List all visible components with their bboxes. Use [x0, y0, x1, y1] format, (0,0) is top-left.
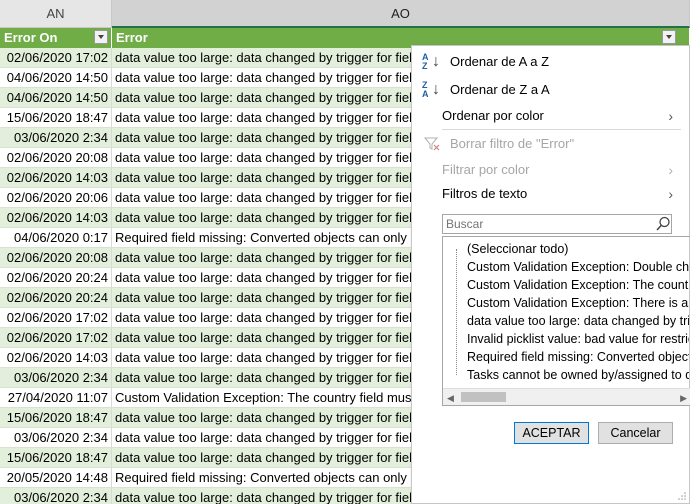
search-icon: [656, 216, 670, 231]
filter-value-label: Custom Validation Exception: The country…: [467, 278, 689, 292]
scrollbar-thumb[interactable]: [461, 392, 506, 402]
ok-button[interactable]: ACEPTAR: [514, 422, 589, 444]
menu-sort-desc-label: Ordenar de Z a A: [450, 82, 550, 97]
menu-filter-color-label: Filtrar por color: [442, 162, 530, 177]
filter-value-item[interactable]: ✔Invalid picklist value: bad value for r…: [467, 330, 689, 348]
filter-value-item[interactable]: ✔Tasks cannot be owned by/assigned to qu…: [467, 366, 689, 384]
cell-error-on[interactable]: 15/06/2020 18:47: [0, 448, 112, 467]
filter-value-item[interactable]: ✔Custom Validation Exception: Double che…: [467, 258, 689, 276]
column-header-an[interactable]: AN: [0, 0, 112, 28]
horizontal-scrollbar[interactable]: ◀ ▶: [443, 388, 690, 405]
clear-filter-icon: [424, 137, 440, 151]
filter-value-item[interactable]: ✔(Seleccionar todo): [467, 240, 689, 258]
header-label-error-on: Error On: [4, 30, 58, 45]
sort-za-icon: Z A ↓: [422, 80, 440, 99]
cell-error-on[interactable]: 02/06/2020 20:06: [0, 188, 112, 207]
resize-grip-icon[interactable]: [678, 492, 686, 500]
sort-az-icon: A Z ↓: [422, 52, 440, 71]
filter-value-label: (Seleccionar todo): [467, 242, 569, 256]
cell-error-on[interactable]: 02/06/2020 17:02: [0, 328, 112, 347]
menu-sort-asc-label: Ordenar de A a Z: [450, 54, 550, 69]
cell-error-on[interactable]: 03/06/2020 2:34: [0, 368, 112, 387]
chevron-right-icon: ›: [668, 162, 673, 178]
filter-dropdown-error-on[interactable]: [94, 30, 108, 44]
filter-value-label: data value too large: data changed by tr…: [467, 314, 689, 328]
cell-error-on[interactable]: 15/06/2020 18:47: [0, 108, 112, 127]
filter-value-item[interactable]: ✔Custom Validation Exception: There is a…: [467, 294, 689, 312]
chevron-right-icon: ›: [668, 108, 673, 124]
cell-error-on[interactable]: 02/06/2020 20:24: [0, 268, 112, 287]
menu-text-filters[interactable]: Filtros de texto ›: [412, 183, 689, 205]
table-header-error-on: Error On: [0, 28, 112, 48]
search-input[interactable]: [442, 214, 672, 234]
cell-error-on[interactable]: 04/06/2020 14:50: [0, 88, 112, 107]
filter-value-label: Tasks cannot be owned by/assigned to que…: [467, 368, 689, 382]
cell-error-on[interactable]: 02/06/2020 14:03: [0, 348, 112, 367]
cell-error-on[interactable]: 02/06/2020 20:24: [0, 288, 112, 307]
tree-line: [456, 249, 458, 375]
cell-error-on[interactable]: 03/06/2020 2:34: [0, 128, 112, 147]
menu-sort-desc[interactable]: Z A ↓ Ordenar de Z a A: [412, 79, 689, 101]
cell-error-on[interactable]: 15/06/2020 18:47: [0, 408, 112, 427]
menu-sort-color-label: Ordenar por color: [442, 108, 544, 123]
filter-value-label: Required field missing: Converted object…: [467, 350, 689, 364]
cell-error-on[interactable]: 02/06/2020 20:08: [0, 148, 112, 167]
cell-error-on[interactable]: 04/06/2020 0:17: [0, 228, 112, 247]
cell-error-on[interactable]: 02/06/2020 17:02: [0, 48, 112, 67]
chevron-right-icon: ›: [668, 186, 673, 202]
menu-text-filters-label: Filtros de texto: [442, 186, 528, 201]
filter-value-label: Custom Validation Exception: Double chec…: [467, 260, 689, 274]
cell-error-on[interactable]: 04/06/2020 14:50: [0, 68, 112, 87]
cell-error-on[interactable]: 20/05/2020 14:48: [0, 468, 112, 487]
filter-dropdown-menu: A Z ↓ Ordenar de A a Z Z A ↓ Ordenar de Z a …: [411, 45, 690, 504]
filter-value-label: Invalid picklist value: bad value for re…: [467, 332, 689, 346]
scroll-right-icon[interactable]: ▶: [680, 393, 687, 404]
filter-value-label: Custom Validation Exception: There is an…: [467, 296, 689, 310]
filter-value-item[interactable]: ✔Required field missing: Converted objec…: [467, 348, 689, 366]
cell-error-on[interactable]: 27/04/2020 11:07: [0, 388, 112, 407]
cell-error-on[interactable]: 02/06/2020 17:02: [0, 308, 112, 327]
menu-sort-asc[interactable]: A Z ↓ Ordenar de A a Z: [412, 51, 689, 73]
filter-value-item[interactable]: ✔Custom Validation Exception: The countr…: [467, 276, 689, 294]
scroll-left-icon[interactable]: ◀: [447, 393, 454, 404]
filter-value-item[interactable]: ✔data value too large: data changed by t…: [467, 312, 689, 330]
cell-error-on[interactable]: 02/06/2020 20:08: [0, 248, 112, 267]
cell-error-on[interactable]: 02/06/2020 14:03: [0, 168, 112, 187]
menu-sort-color[interactable]: Ordenar por color ›: [412, 105, 689, 127]
menu-filter-color: Filtrar por color ›: [412, 159, 689, 181]
menu-clear-filter: Borrar filtro de "Error": [412, 133, 689, 155]
cell-error-on[interactable]: 03/06/2020 2:34: [0, 488, 112, 504]
cancel-button[interactable]: Cancelar: [598, 422, 673, 444]
header-label-error: Error: [116, 30, 148, 45]
cell-error-on[interactable]: 03/06/2020 2:34: [0, 428, 112, 447]
column-header-ao[interactable]: AO: [112, 0, 690, 28]
filter-dropdown-error[interactable]: [662, 30, 676, 44]
filter-values-list[interactable]: ✔(Seleccionar todo)✔Custom Validation Ex…: [442, 236, 690, 406]
menu-clear-filter-label: Borrar filtro de "Error": [450, 136, 575, 151]
menu-separator: [442, 129, 681, 130]
cell-error-on[interactable]: 02/06/2020 14:03: [0, 208, 112, 227]
